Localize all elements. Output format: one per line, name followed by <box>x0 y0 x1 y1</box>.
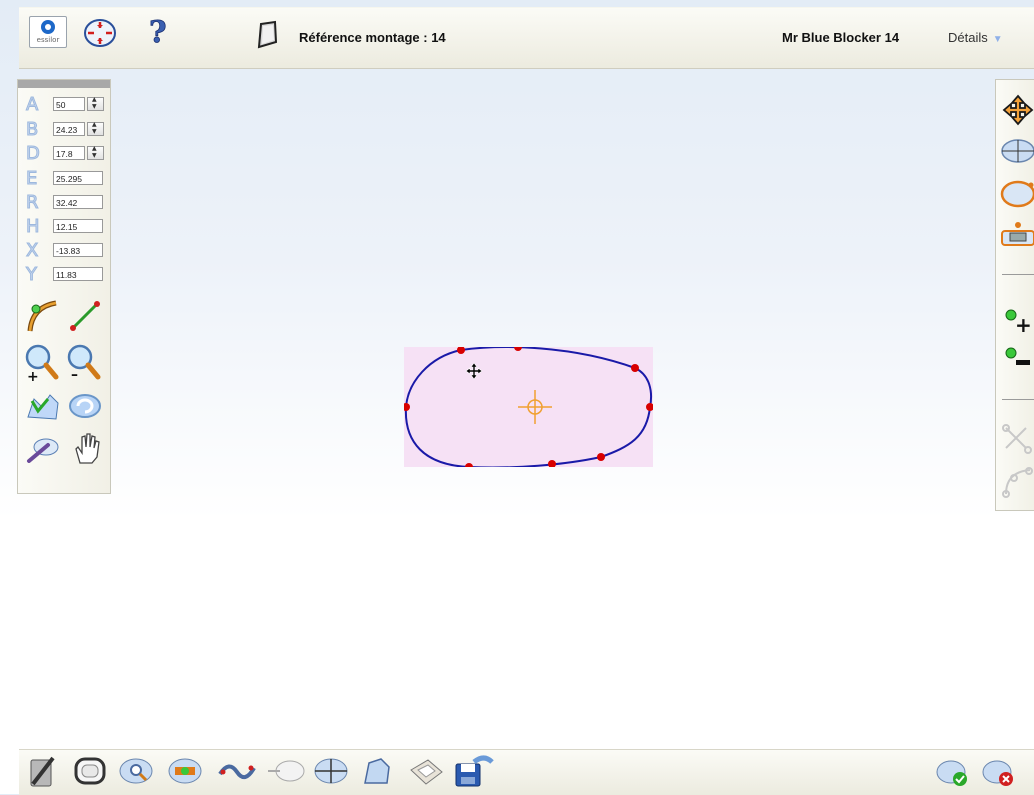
param-row-a: A 50 <box>18 94 110 117</box>
reshape-icon[interactable] <box>26 391 60 421</box>
left-parameter-panel: A 50 B 24.23 D 17.8 E 25.295 R 32.42 H 1… <box>17 79 111 494</box>
wave-shape-icon[interactable] <box>217 758 257 784</box>
logo-text: essilor <box>36 36 60 44</box>
help-icon[interactable]: ? <box>146 16 168 48</box>
lens-view-icon[interactable] <box>1000 138 1034 164</box>
param-x-field: -13.83 <box>53 243 103 257</box>
scissors-icon <box>1002 424 1032 454</box>
zoom-in-icon[interactable]: + <box>24 343 60 383</box>
control-point[interactable] <box>404 403 410 411</box>
bottom-toolbar <box>19 749 1034 795</box>
param-r-field: 32.42 <box>53 195 103 209</box>
svg-text:+: + <box>27 369 39 383</box>
param-d-spinner[interactable] <box>87 145 104 160</box>
param-row-y: Y 11.83 <box>18 264 110 287</box>
move-icon[interactable] <box>1002 94 1034 126</box>
control-point[interactable] <box>646 403 653 411</box>
right-tool-panel: + <box>995 79 1034 511</box>
param-letter: B <box>25 119 39 140</box>
svg-text:?: ? <box>149 16 167 48</box>
svg-text:–: – <box>71 367 78 383</box>
drill-icon[interactable] <box>266 758 306 784</box>
zoom-out-icon[interactable]: – <box>66 343 102 383</box>
separator <box>1002 274 1034 275</box>
save-icon[interactable] <box>454 752 494 788</box>
param-row-d: D 17.8 <box>18 143 110 166</box>
top-toolbar: essilor ? Référence montage : 14 Mr Blue… <box>19 7 1034 69</box>
move-cursor-icon <box>465 362 483 380</box>
control-point[interactable] <box>514 347 522 351</box>
param-y-field: 11.83 <box>53 267 103 281</box>
validate-icon[interactable] <box>935 758 971 788</box>
scanner-icon[interactable] <box>408 756 444 788</box>
cancel-icon[interactable] <box>981 758 1017 788</box>
param-row-e: E 25.295 <box>18 168 110 191</box>
control-point[interactable] <box>631 364 639 372</box>
panel-title-bar[interactable] <box>18 80 110 88</box>
frame-bridge-icon[interactable] <box>1000 219 1034 251</box>
param-letter: H <box>26 216 41 237</box>
param-letter: Y <box>26 264 38 285</box>
lens-shape-drawing[interactable] <box>404 347 653 467</box>
add-point-icon[interactable]: + <box>1004 308 1032 334</box>
rotate-icon[interactable] <box>68 393 102 419</box>
param-letter: E <box>25 168 38 189</box>
lens-search-icon[interactable] <box>118 756 154 786</box>
param-b-input[interactable]: 24.23 <box>53 122 85 136</box>
line-edit-icon[interactable] <box>68 299 102 333</box>
param-letter: D <box>26 143 41 164</box>
crosshair-icon <box>518 390 552 424</box>
param-letter: A <box>25 94 39 115</box>
lens-shape-canvas[interactable] <box>404 347 653 467</box>
param-a-input[interactable]: 50 <box>53 97 85 111</box>
hand-pan-icon[interactable] <box>72 431 102 465</box>
param-letter: R <box>26 192 39 213</box>
separator <box>1002 399 1034 400</box>
bevel-icon[interactable] <box>361 755 393 787</box>
param-letter: X <box>25 240 39 261</box>
curve-edit-icon[interactable] <box>26 299 60 333</box>
svg-text:+: + <box>1015 313 1032 334</box>
lens-shape-icon[interactable] <box>255 20 279 50</box>
measure-icon[interactable] <box>26 433 60 463</box>
param-b-spinner[interactable] <box>87 121 104 136</box>
param-row-r: R 32.42 <box>18 192 110 215</box>
frame-shape-icon[interactable] <box>73 756 107 786</box>
param-h-field: 12.15 <box>53 219 103 233</box>
essilor-logo[interactable]: essilor <box>29 16 67 48</box>
reference-title: Référence montage : 14 <box>299 30 446 45</box>
curve-points-icon <box>1002 467 1033 498</box>
frame-center-icon[interactable] <box>83 17 117 49</box>
lens-split-icon[interactable] <box>313 757 349 785</box>
details-label: Détails <box>948 30 988 45</box>
control-point[interactable] <box>597 453 605 461</box>
param-row-h: H 12.15 <box>18 216 110 239</box>
param-row-x: X -13.83 <box>18 240 110 263</box>
param-a-spinner[interactable] <box>87 96 104 111</box>
lens-capture-icon[interactable] <box>167 756 203 786</box>
remove-point-icon[interactable] <box>1004 346 1032 372</box>
param-row-b: B 24.23 <box>18 119 110 142</box>
control-point[interactable] <box>457 347 465 354</box>
frame-view-icon[interactable] <box>1000 178 1034 208</box>
chevron-down-icon: ▼ <box>992 34 1003 45</box>
details-dropdown[interactable]: Détails ▼ <box>948 30 1003 45</box>
pen-tool-icon[interactable] <box>27 754 57 788</box>
param-d-input[interactable]: 17.8 <box>53 146 85 160</box>
control-point[interactable] <box>548 460 556 467</box>
control-point[interactable] <box>465 463 473 467</box>
patient-name: Mr Blue Blocker 14 <box>782 30 900 45</box>
param-e-field: 25.295 <box>53 171 103 185</box>
